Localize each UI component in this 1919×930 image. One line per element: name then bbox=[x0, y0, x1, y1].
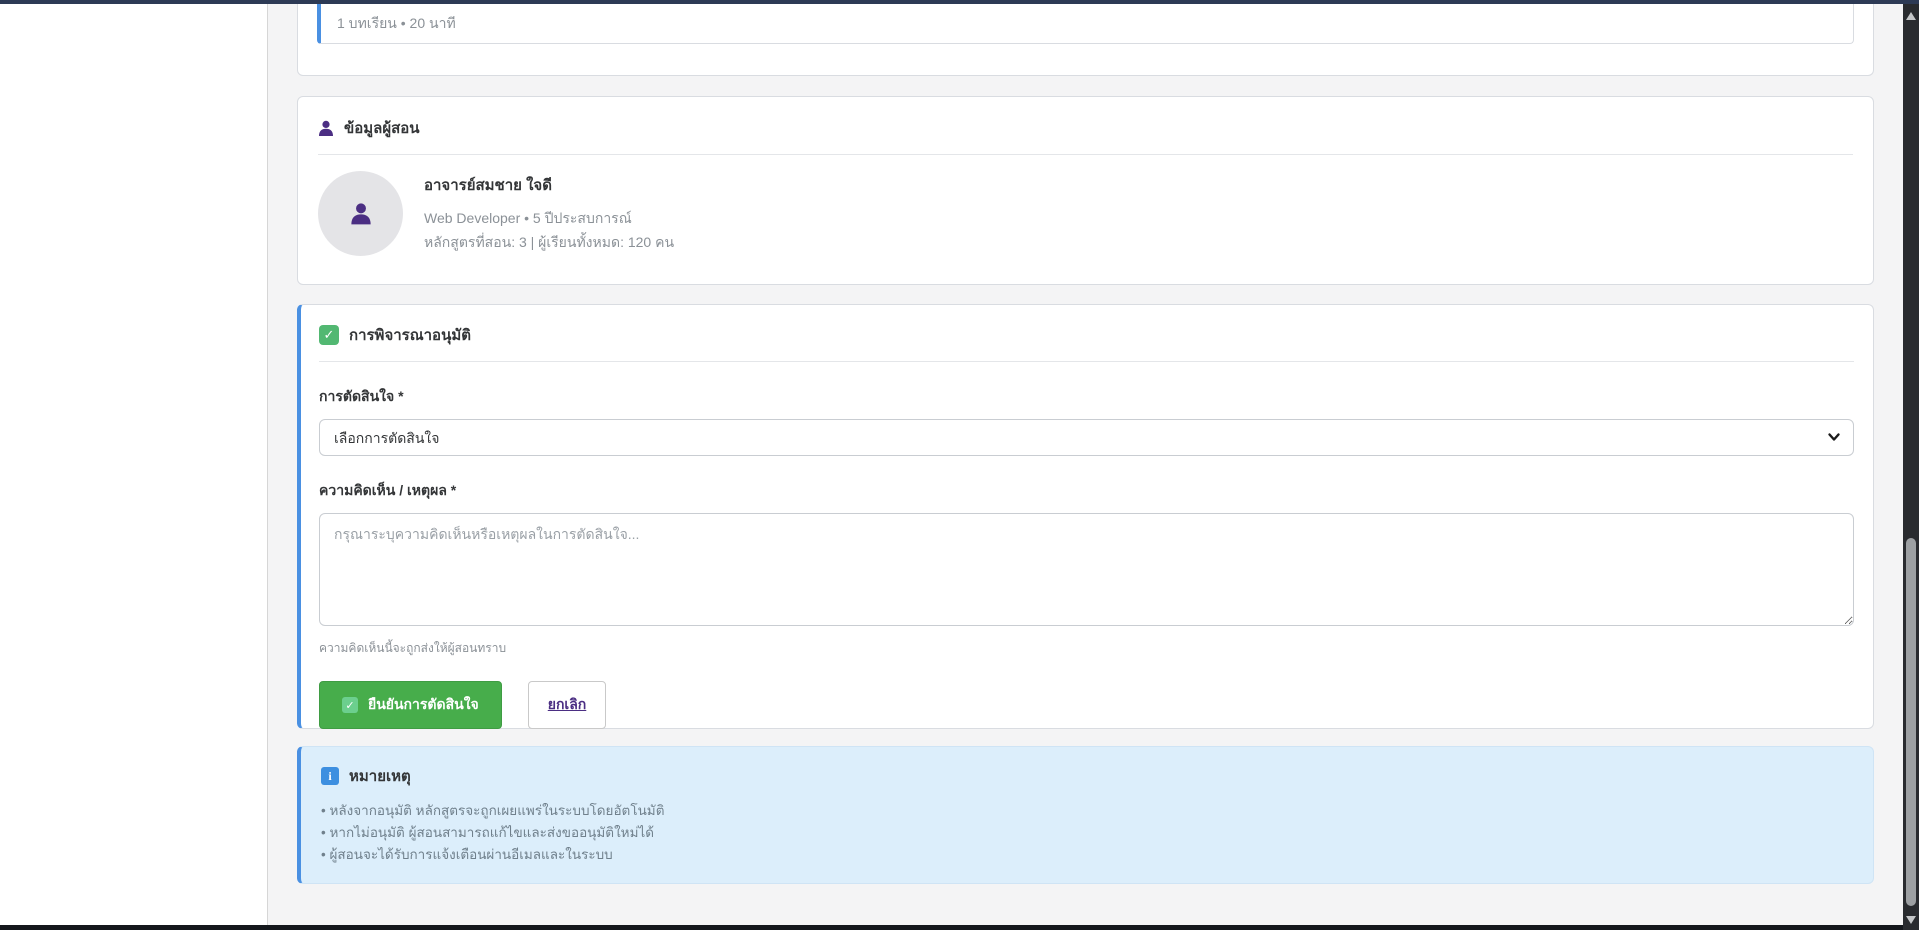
approval-card: ✓ การพิจารณาอนุมัติ การตัดสินใจ * เลือกก… bbox=[297, 304, 1874, 729]
instructor-role: Web Developer • 5 ปีประสบการณ์ bbox=[424, 206, 674, 230]
instructor-card: ข้อมูลผู้สอน อาจารย์สมชาย ใจดี Web Devel… bbox=[297, 96, 1874, 285]
lesson-summary-text: 1 บทเรียน • 20 นาที bbox=[337, 15, 456, 31]
vertical-scrollbar[interactable] bbox=[1903, 4, 1919, 930]
course-structure-card: 1 บทเรียน • 20 นาที bbox=[297, 4, 1874, 76]
scroll-down-arrow[interactable] bbox=[1906, 916, 1916, 924]
note-item: หากไม่อนุมัติ ผู้สอนสามารถแก้ไขและส่งขออ… bbox=[321, 822, 1853, 844]
person-icon bbox=[350, 202, 372, 226]
scrollbar-thumb[interactable] bbox=[1906, 538, 1916, 906]
info-icon: i bbox=[321, 767, 339, 785]
note-section-title: หมายเหตุ bbox=[349, 764, 411, 788]
left-sidebar bbox=[0, 4, 268, 925]
navbar-bottom-edge bbox=[0, 0, 1919, 4]
divider bbox=[319, 361, 1854, 362]
note-item: ผู้สอนจะได้รับการแจ้งเตือนผ่านอีเมลและใน… bbox=[321, 844, 1853, 866]
instructor-name: อาจารย์สมชาย ใจดี bbox=[424, 173, 674, 197]
confirm-decision-label: ยืนยันการตัดสินใจ bbox=[368, 694, 479, 716]
comment-help-text: ความคิดเห็นนี้จะถูกส่งให้ผู้สอนทราบ bbox=[319, 639, 1854, 658]
check-icon: ✓ bbox=[342, 697, 358, 713]
note-card: i หมายเหตุ หลังจากอนุมัติ หลักสูตรจะถูกเ… bbox=[297, 746, 1874, 884]
scroll-up-arrow[interactable] bbox=[1906, 12, 1916, 20]
comment-label: ความคิดเห็น / เหตุผล * bbox=[319, 480, 1854, 502]
bottom-edge-bar bbox=[0, 925, 1903, 930]
cancel-button[interactable]: ยกเลิก bbox=[528, 681, 607, 729]
comment-textarea[interactable] bbox=[319, 513, 1854, 626]
instructor-stats: หลักสูตรที่สอน: 3 | ผู้เรียนทั้งหมด: 120… bbox=[424, 230, 674, 254]
decision-select[interactable]: เลือกการตัดสินใจ bbox=[319, 419, 1854, 456]
note-item: หลังจากอนุมัติ หลักสูตรจะถูกเผยแพร่ในระบ… bbox=[321, 800, 1853, 822]
main-content-area: 1 บทเรียน • 20 นาที ข้อมูลผู้สอน bbox=[269, 4, 1903, 925]
person-icon bbox=[318, 120, 334, 137]
instructor-avatar bbox=[318, 171, 403, 256]
decision-label: การตัดสินใจ * bbox=[319, 386, 1854, 408]
approval-section-title: การพิจารณาอนุมัติ bbox=[349, 323, 471, 347]
confirm-decision-button[interactable]: ✓ ยืนยันการตัดสินใจ bbox=[319, 681, 502, 729]
check-icon: ✓ bbox=[319, 325, 339, 345]
divider bbox=[318, 154, 1853, 155]
lesson-summary-box: 1 บทเรียน • 20 นาที bbox=[317, 4, 1854, 44]
instructor-section-title: ข้อมูลผู้สอน bbox=[344, 116, 420, 140]
